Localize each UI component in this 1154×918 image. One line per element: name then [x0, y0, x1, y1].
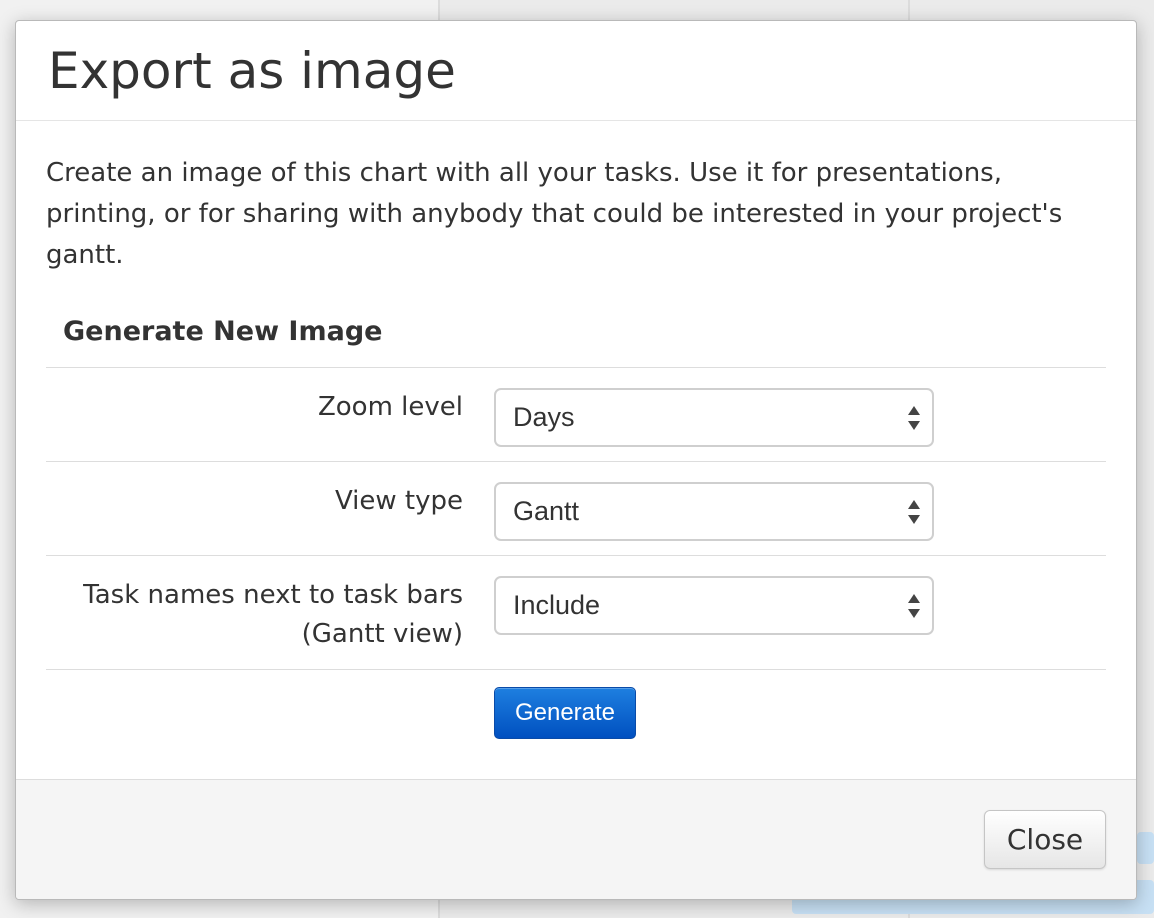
close-button[interactable]: Close [984, 810, 1106, 869]
dialog-description: Create an image of this chart with all y… [46, 158, 1063, 270]
dialog-title: Export as image [48, 42, 456, 100]
zoom-level-value: Days [513, 402, 575, 432]
zoom-level-select[interactable]: Days [494, 388, 934, 447]
dialog-body: Create an image of this chart with all y… [16, 121, 1136, 739]
task-names-label-line2: (Gantt view) [301, 619, 463, 649]
generate-button[interactable]: Generate [494, 687, 636, 739]
select-arrows-icon [908, 500, 920, 524]
view-type-value: Gantt [513, 496, 580, 526]
zoom-level-label: Zoom level [317, 392, 463, 422]
select-arrows-icon [908, 594, 920, 618]
export-image-dialog: Export as image Create an image of this … [15, 20, 1137, 900]
view-type-row: View type Gantt [46, 462, 1106, 556]
form-actions: Generate [46, 670, 1106, 739]
view-type-select[interactable]: Gantt [494, 482, 934, 541]
task-names-value: Include [513, 590, 601, 620]
zoom-level-row: Zoom level Days [46, 368, 1106, 462]
dialog-header: Export as image [16, 21, 1136, 121]
dialog-footer: Close [16, 779, 1136, 899]
task-names-label-line1: Task names next to task bars [83, 580, 463, 610]
task-names-row: Task names next to task bars (Gantt view… [46, 556, 1106, 670]
task-names-select[interactable]: Include [494, 576, 934, 635]
task-names-label: Task names next to task bars (Gantt view… [46, 576, 463, 654]
select-arrows-icon [908, 406, 920, 430]
view-type-label: View type [334, 486, 463, 516]
section-title: Generate New Image [46, 316, 1106, 368]
